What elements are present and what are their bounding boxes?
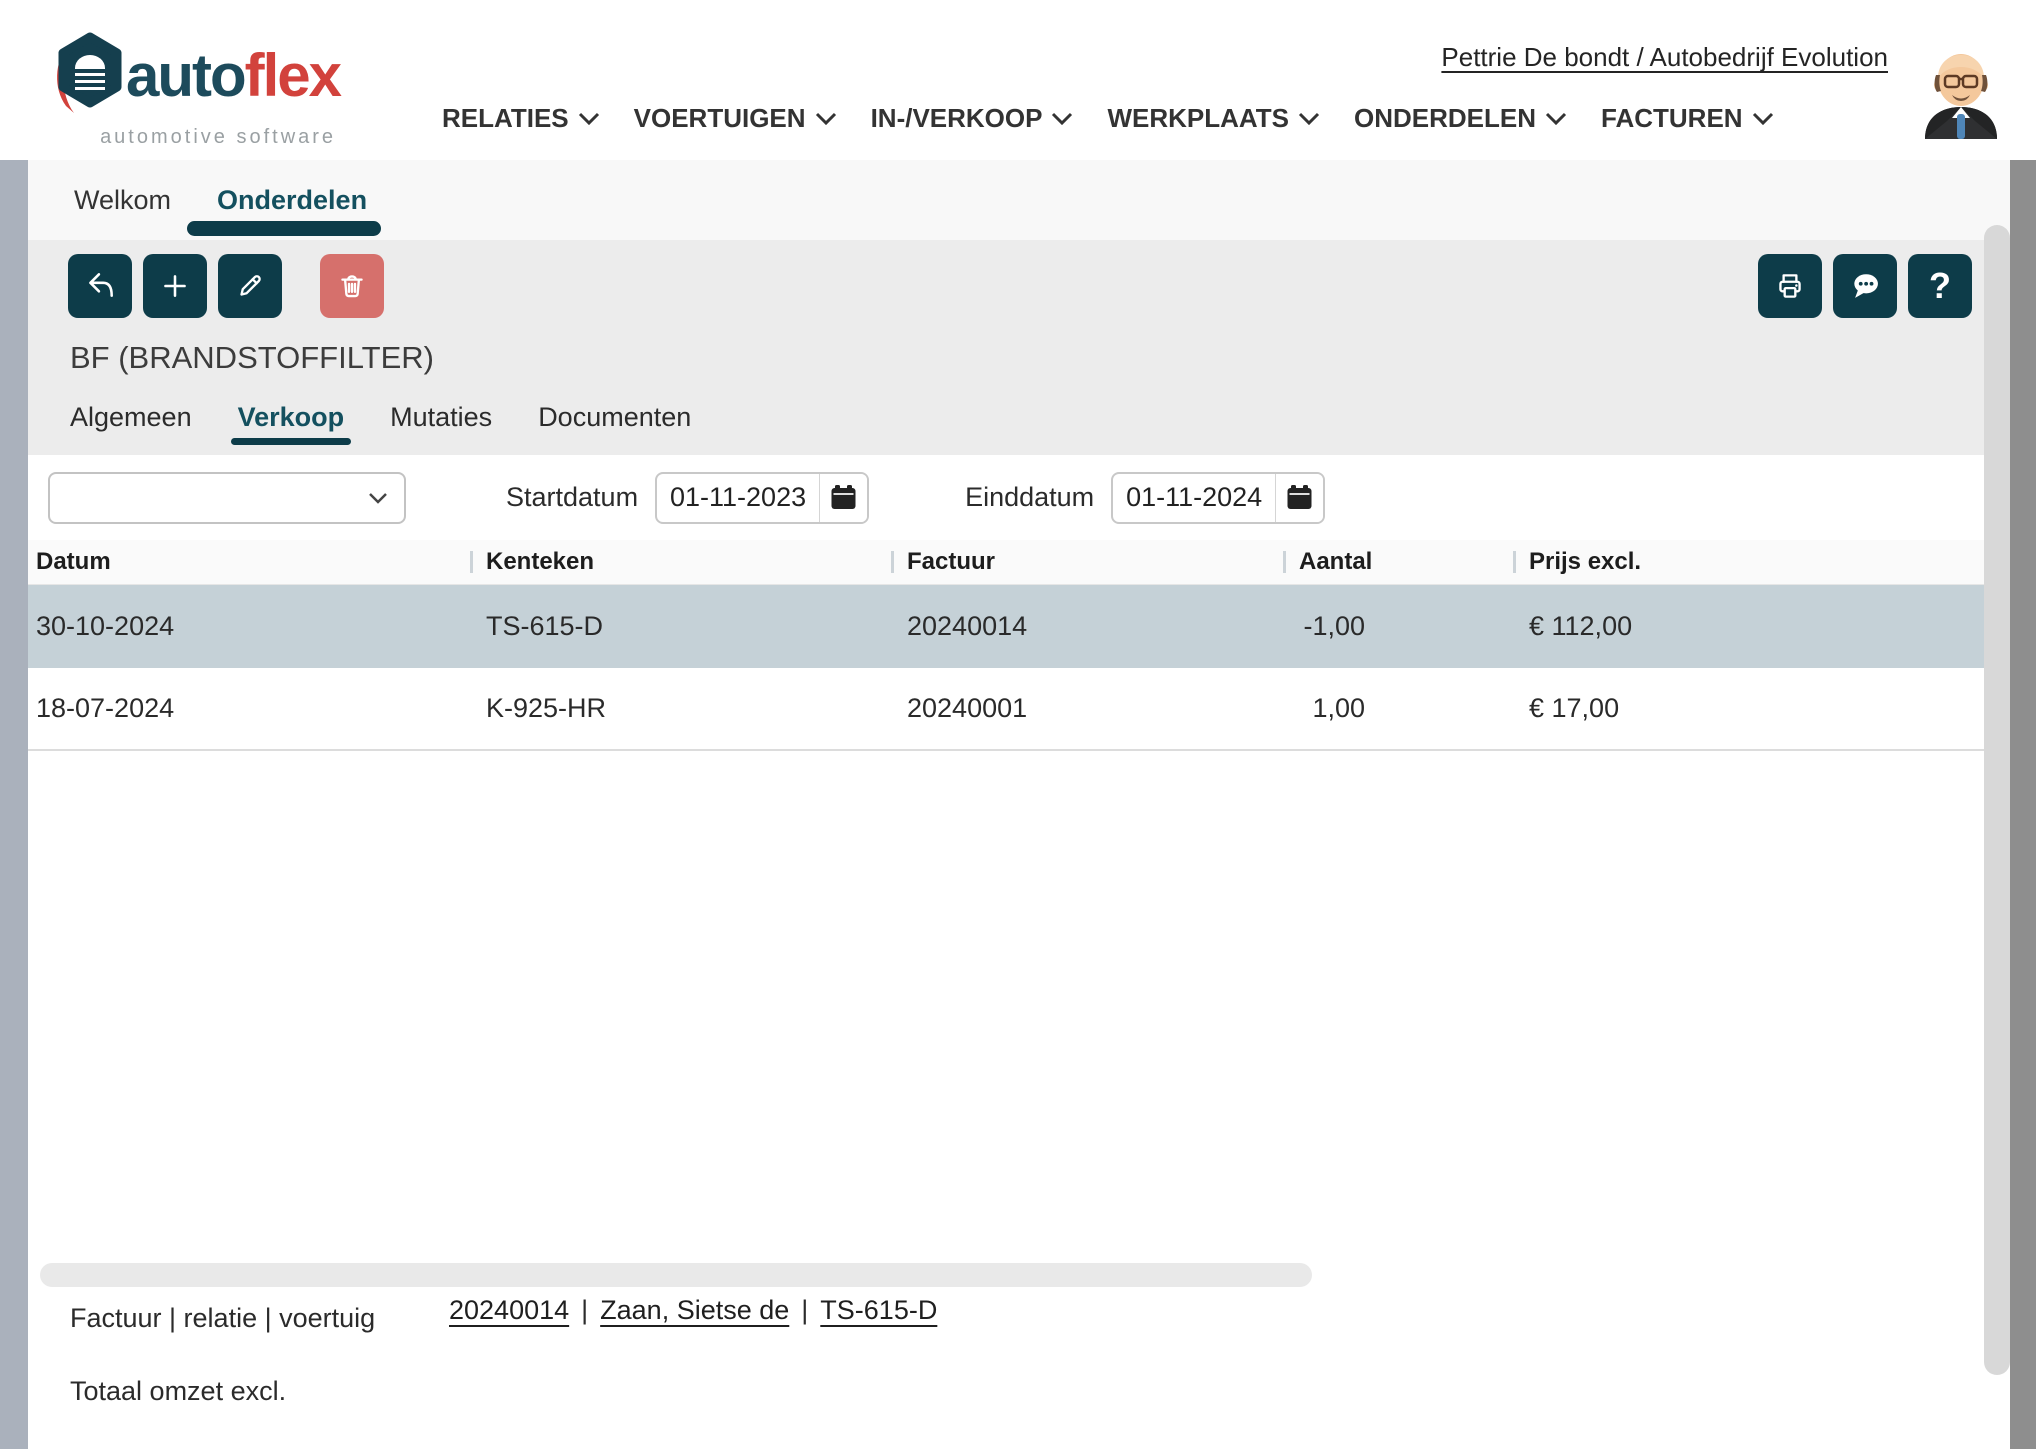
column-divider	[470, 551, 473, 573]
user-avatar[interactable]	[1920, 42, 2002, 140]
column-header-kenteken[interactable]: Kenteken	[470, 540, 891, 584]
separator: |	[801, 1295, 808, 1326]
startdatum-input[interactable]	[657, 474, 819, 522]
help-button[interactable]: ?	[1908, 254, 1972, 318]
voertuig-link[interactable]: TS-615-D	[820, 1295, 937, 1326]
edit-button[interactable]	[218, 254, 282, 318]
add-icon	[158, 269, 192, 303]
delete-icon	[335, 269, 369, 303]
tab-onderdelen[interactable]: Onderdelen	[217, 181, 367, 220]
detail-panel-header: ? BF (BRANDSTOFFILTER) Algemeen Verkoop …	[28, 240, 2010, 455]
left-edge-gutter	[0, 160, 28, 1449]
chat-icon	[1847, 268, 1883, 304]
calendar-icon	[830, 484, 857, 511]
detail-subtabs: Algemeen Verkoop Mutaties Documenten	[70, 402, 2010, 433]
table-footer-area: Factuur | relatie | voertuig 20240014 | …	[28, 751, 2010, 1449]
column-header-prijs[interactable]: Prijs excl.	[1513, 540, 2010, 584]
separator: |	[581, 1295, 588, 1326]
chevron-down-icon	[1298, 112, 1320, 125]
column-divider	[1513, 551, 1516, 573]
tab-welkom[interactable]: Welkom	[74, 181, 171, 220]
autoflex-app: autoflex automotive software RELATIES VO…	[0, 0, 2036, 1449]
footer-selection-links: 20240014 | Zaan, Sietse de | TS-615-D	[449, 1295, 937, 1326]
help-icon: ?	[1929, 268, 1951, 304]
active-subtab-indicator	[231, 438, 352, 445]
factuur-link[interactable]: 20240014	[449, 1295, 569, 1326]
add-button[interactable]	[143, 254, 207, 318]
logo-wordmark: autoflex	[126, 46, 340, 106]
relatie-link[interactable]: Zaan, Sietse de	[600, 1295, 789, 1326]
nav-onderdelen[interactable]: ONDERDELEN	[1354, 103, 1567, 134]
einddatum-label: Einddatum	[965, 482, 1094, 513]
logo-tagline: automotive software	[100, 126, 340, 149]
vertical-scrollbar[interactable]	[1984, 225, 2010, 1375]
right-edge-gutter	[2010, 160, 2036, 1449]
toolbar: ?	[68, 254, 1972, 318]
startdatum-label: Startdatum	[506, 482, 638, 513]
main-nav: RELATIES VOERTUIGEN IN-/VERKOOP WERKPLAA…	[442, 103, 1774, 134]
chat-button[interactable]	[1833, 254, 1897, 318]
startdatum-group	[655, 472, 869, 524]
print-icon	[1773, 269, 1807, 303]
subtab-algemeen[interactable]: Algemeen	[70, 402, 192, 433]
back-button[interactable]	[68, 254, 132, 318]
table-row[interactable]: 18-07-2024 K-925-HR 20240001 1,00 € 17,0…	[28, 668, 2010, 751]
chevron-down-icon	[1752, 112, 1774, 125]
nav-werkplaats[interactable]: WERKPLAATS	[1107, 103, 1320, 134]
page-title: BF (BRANDSTOFFILTER)	[70, 340, 2010, 376]
table-header: Datum Kenteken Factuur Aantal Prijs excl…	[28, 540, 2010, 585]
back-icon	[83, 269, 117, 303]
nav-voertuigen[interactable]: VOERTUIGEN	[634, 103, 837, 134]
active-tab-indicator	[187, 221, 381, 236]
chevron-down-icon	[578, 112, 600, 125]
subtab-documenten[interactable]: Documenten	[538, 402, 691, 433]
filter-row: Startdatum Einddatum	[28, 455, 2010, 540]
chevron-down-icon	[1545, 112, 1567, 125]
filter-dropdown[interactable]	[48, 472, 406, 524]
autoflex-logo-icon	[50, 30, 124, 122]
einddatum-calendar-button[interactable]	[1275, 474, 1323, 522]
column-divider	[1283, 551, 1286, 573]
delete-button[interactable]	[320, 254, 384, 318]
nav-relaties[interactable]: RELATIES	[442, 103, 600, 134]
footer-selection-label: Factuur | relatie | voertuig	[70, 1303, 375, 1334]
total-omzet-label: Totaal omzet excl.	[70, 1376, 286, 1407]
startdatum-calendar-button[interactable]	[819, 474, 867, 522]
nav-facturen[interactable]: FACTUREN	[1601, 103, 1774, 134]
table-row[interactable]: 30-10-2024 TS-615-D 20240014 -1,00 € 112…	[28, 585, 2010, 668]
calendar-icon	[1286, 484, 1313, 511]
einddatum-group	[1111, 472, 1325, 524]
subtab-verkoop[interactable]: Verkoop	[238, 402, 345, 433]
print-button[interactable]	[1758, 254, 1822, 318]
column-header-datum[interactable]: Datum	[28, 540, 470, 584]
einddatum-input[interactable]	[1113, 474, 1275, 522]
chevron-down-icon	[368, 492, 388, 504]
horizontal-scrollbar[interactable]	[40, 1263, 1312, 1287]
column-header-factuur[interactable]: Factuur	[891, 540, 1283, 584]
subtab-mutaties[interactable]: Mutaties	[390, 402, 492, 433]
column-divider	[891, 551, 894, 573]
user-account-link[interactable]: Pettrie De bondt / Autobedrijf Evolution	[1441, 42, 1888, 73]
nav-in-verkoop[interactable]: IN-/VERKOOP	[871, 103, 1074, 134]
chevron-down-icon	[1051, 112, 1073, 125]
edit-icon	[233, 269, 267, 303]
window-tabbar: Welkom Onderdelen	[28, 160, 2010, 240]
autoflex-logo[interactable]: autoflex automotive software	[50, 30, 340, 149]
column-header-aantal[interactable]: Aantal	[1283, 540, 1513, 584]
app-header: autoflex automotive software RELATIES VO…	[0, 0, 2036, 160]
chevron-down-icon	[815, 112, 837, 125]
